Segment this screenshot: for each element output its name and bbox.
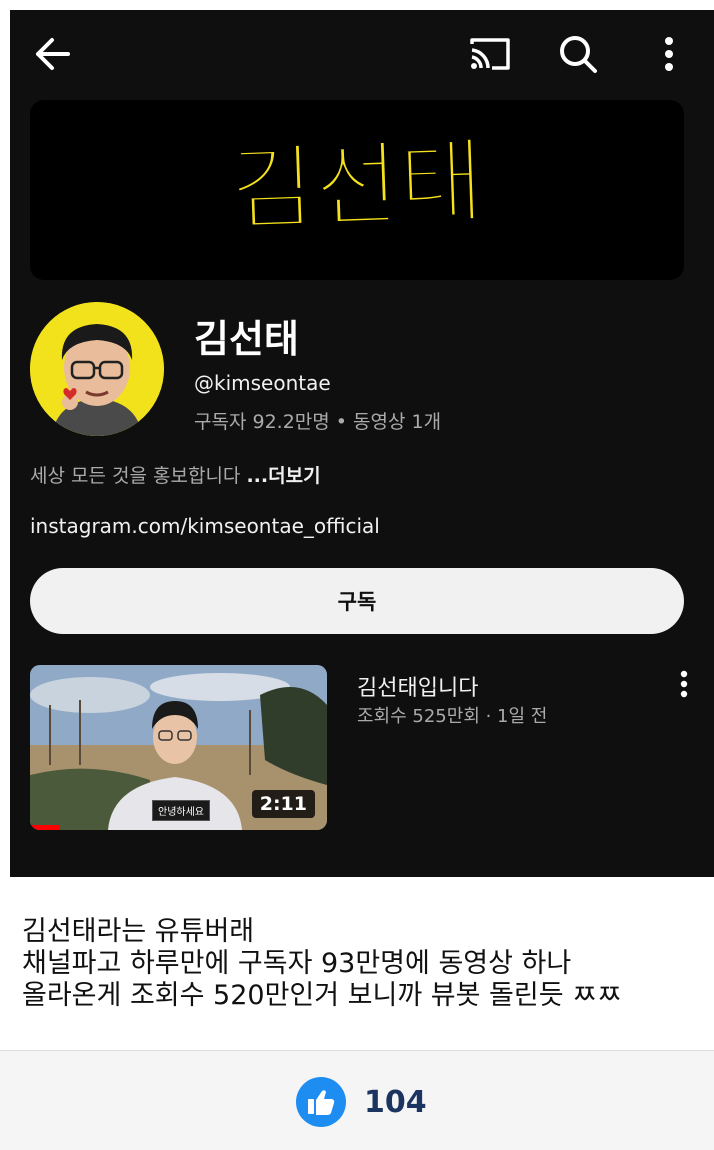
video-thumbnail[interactable]: 안녕하세요 2:11	[30, 665, 327, 830]
youtube-channel-screen: 김선태 김선태 @kimseontae 구독자 92.2만명 • 동영상 1개 …	[10, 10, 714, 877]
banner-title: 김선태	[228, 128, 486, 244]
video-title[interactable]: 김선태입니다	[357, 670, 478, 702]
avatar[interactable]	[30, 302, 164, 436]
top-app-bar	[10, 10, 714, 100]
more-link[interactable]: ...더보기	[246, 465, 320, 487]
video-caption: 안녕하세요	[152, 800, 210, 821]
like-count: 104	[364, 1085, 427, 1120]
channel-description: 세상 모든 것을 홍보합니다	[30, 465, 247, 487]
channel-name: 김선태	[194, 317, 299, 361]
back-icon[interactable]	[30, 32, 74, 76]
channel-stats: 구독자 92.2만명 • 동영상 1개	[194, 411, 442, 433]
subscribe-button[interactable]: 구독	[30, 568, 684, 634]
post-footer: 104	[0, 1051, 714, 1150]
like-button[interactable]	[296, 1077, 346, 1127]
banner-logo: 김선태	[227, 127, 487, 245]
channel-description-row[interactable]: 세상 모든 것을 홍보합니다 ...더보기	[30, 461, 321, 488]
video-more-icon[interactable]	[666, 666, 702, 702]
video-duration: 2:11	[251, 790, 315, 818]
post-body-text: 김선태라는 유튜버래 채널파고 하루만에 구독자 93만명에 동영상 하나 올라…	[22, 916, 622, 1011]
watch-progress-bar	[30, 825, 60, 830]
thumbs-up-icon	[308, 1090, 335, 1115]
search-icon[interactable]	[556, 32, 600, 76]
channel-handle: @kimseontae	[194, 371, 331, 395]
more-vert-icon[interactable]	[647, 32, 691, 76]
cast-icon[interactable]	[468, 32, 512, 76]
channel-banner: 김선태	[30, 100, 684, 280]
channel-link[interactable]: instagram.com/kimseontae_official	[30, 514, 380, 538]
video-meta: 조회수 525만회 · 1일 전	[357, 706, 548, 727]
